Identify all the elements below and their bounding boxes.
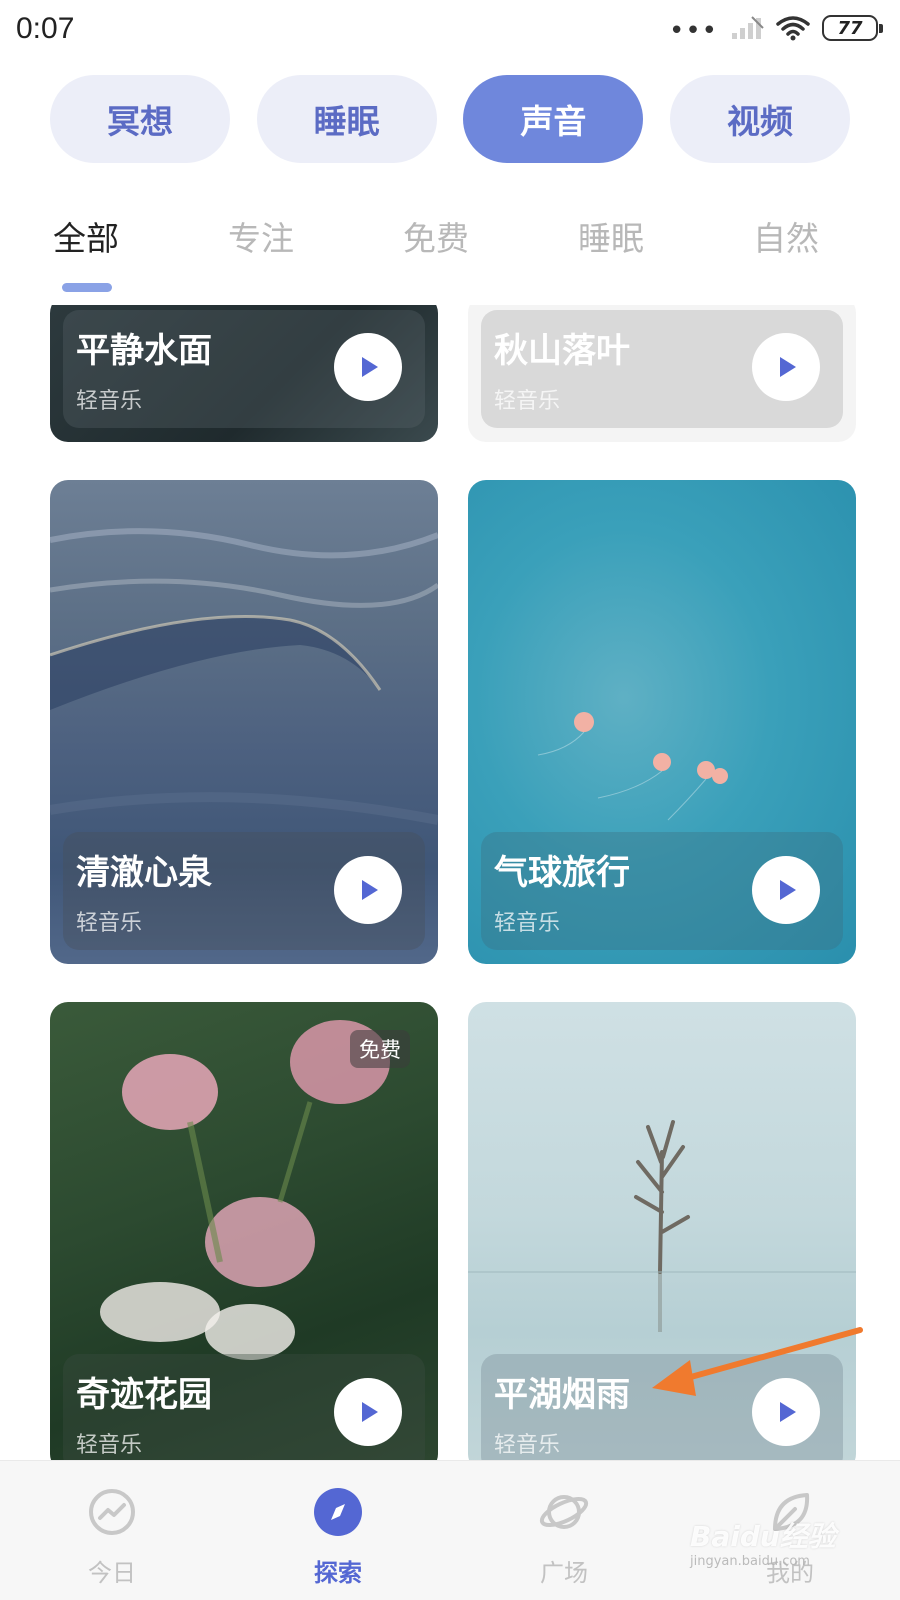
pill-sound[interactable]: 声音 xyxy=(463,75,644,163)
pill-meditation[interactable]: 冥想 xyxy=(50,75,230,163)
card-clear-spring[interactable]: 清澈心泉 轻音乐 xyxy=(50,480,438,964)
tab-sleep[interactable]: 睡眠 xyxy=(578,212,644,260)
nav-label-explore: 探索 xyxy=(314,1559,362,1587)
tab-all[interactable]: 全部 xyxy=(53,212,119,260)
play-button[interactable] xyxy=(334,333,402,401)
trend-icon xyxy=(89,1489,135,1535)
pill-sleep[interactable]: 睡眠 xyxy=(256,75,437,163)
card-title: 秋山落叶 xyxy=(494,331,630,371)
play-icon xyxy=(780,357,796,377)
play-button[interactable] xyxy=(334,1378,402,1446)
nav-item-today[interactable]: 今日 xyxy=(32,1461,192,1600)
card-subtitle: 轻音乐 xyxy=(76,911,143,936)
compass-icon xyxy=(314,1488,362,1536)
sub-tabs: 全部 专注 免费 睡眠 自然 xyxy=(0,212,900,302)
sound-card-grid: 平静水面 轻音乐 秋山落叶 轻音乐 清澈心泉 轻音乐 气球旅行 轻音乐 免费 奇… xyxy=(0,305,900,1460)
play-icon xyxy=(780,1402,796,1422)
play-icon xyxy=(362,357,378,377)
category-pills: 冥想 睡眠 声音 视频 xyxy=(50,75,850,163)
play-button[interactable] xyxy=(752,856,820,924)
status-time: 0:07 xyxy=(16,12,75,45)
status-icons: ••• 77 xyxy=(668,14,883,46)
nav-label-today: 今日 xyxy=(88,1559,136,1587)
planet-icon xyxy=(539,1495,589,1529)
tab-focus[interactable]: 专注 xyxy=(228,212,294,260)
more-dots-icon: ••• xyxy=(668,16,718,46)
play-icon xyxy=(362,880,378,900)
card-title: 气球旅行 xyxy=(494,853,630,893)
card-subtitle: 轻音乐 xyxy=(494,911,561,936)
play-button[interactable] xyxy=(334,856,402,924)
play-button[interactable] xyxy=(752,1378,820,1446)
card-balloon-trip[interactable]: 气球旅行 轻音乐 xyxy=(468,480,856,964)
nav-item-plaza[interactable]: 广场 xyxy=(484,1461,644,1600)
card-title: 奇迹花园 xyxy=(76,1375,212,1415)
card-subtitle: 轻音乐 xyxy=(494,1433,561,1458)
card-subtitle: 轻音乐 xyxy=(494,389,561,414)
signal-icon xyxy=(732,16,764,39)
tab-free[interactable]: 免费 xyxy=(403,212,469,260)
card-miracle-garden[interactable]: 免费 奇迹花园 轻音乐 xyxy=(50,1002,438,1460)
card-subtitle: 轻音乐 xyxy=(76,1433,143,1458)
pill-video[interactable]: 视频 xyxy=(669,75,850,163)
baidu-watermark: Baidu经验 xyxy=(690,1520,836,1553)
card-subtitle: 轻音乐 xyxy=(76,389,143,414)
nav-label-plaza: 广场 xyxy=(540,1559,588,1587)
play-button[interactable] xyxy=(752,333,820,401)
nav-item-explore[interactable]: 探索 xyxy=(258,1461,418,1600)
wifi-icon xyxy=(776,16,810,41)
card-autumn-leaves[interactable]: 秋山落叶 轻音乐 xyxy=(468,305,856,442)
play-icon xyxy=(362,1402,378,1422)
tab-nature[interactable]: 自然 xyxy=(753,212,819,260)
status-bar: 0:07 ••• 77 xyxy=(0,0,900,62)
battery-icon: 77 xyxy=(822,15,883,41)
card-title: 平湖烟雨 xyxy=(494,1375,630,1415)
free-badge: 免费 xyxy=(350,1030,410,1068)
card-lake-mist[interactable]: 平湖烟雨 轻音乐 xyxy=(468,1002,856,1460)
card-title: 平静水面 xyxy=(76,331,212,371)
play-icon xyxy=(780,880,796,900)
tab-indicator xyxy=(62,283,112,292)
card-calm-water[interactable]: 平静水面 轻音乐 xyxy=(50,305,438,442)
baidu-watermark-url: jingyan.baidu.com xyxy=(690,1554,810,1569)
battery-level: 77 xyxy=(837,17,863,39)
card-title: 清澈心泉 xyxy=(76,853,212,893)
